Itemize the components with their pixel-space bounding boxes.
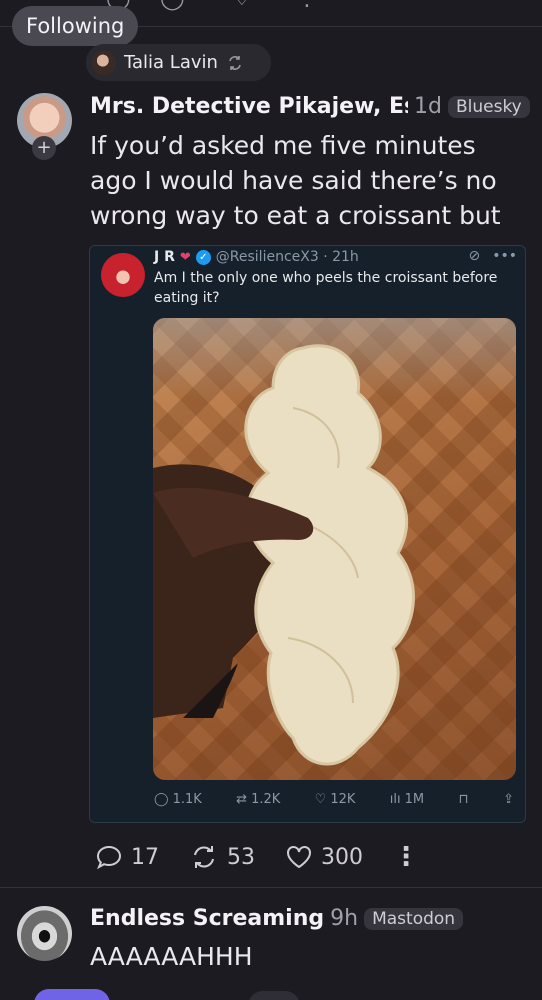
source-badge: Bluesky	[447, 95, 530, 118]
post-header: Mrs. Detective Pikajew, Es 1d Bluesky	[90, 94, 530, 119]
next-source-badge: Mastodon	[364, 907, 464, 930]
like-button[interactable]: 300	[285, 844, 363, 870]
more-icon[interactable]: ⋮	[296, 0, 318, 11]
share-icon[interactable]: ⇪	[503, 792, 514, 807]
embed-action-bar: ◯ 1.1K ⇄ 1.2K ♡ 12K ılı 1M ⊓ ⇪	[154, 792, 514, 807]
post-divider	[0, 887, 542, 888]
post-action-bar: 17 53 300 ⋮	[95, 842, 419, 872]
next-post-header: Endless Screaming 9h Mastodon	[90, 906, 464, 931]
croissant-illustration	[153, 344, 415, 766]
grok-icon: ⊘	[468, 248, 481, 264]
repost-attribution[interactable]: Talia Lavin	[86, 44, 271, 81]
reposter-name: Talia Lavin	[124, 52, 218, 73]
more-options-icon[interactable]: ⋮	[393, 842, 419, 872]
bottom-nav-item[interactable]	[248, 991, 300, 1000]
bookmark-icon[interactable]: ⊓	[459, 792, 469, 807]
author-name[interactable]: Mrs. Detective Pikajew, Es	[90, 94, 408, 119]
embed-like[interactable]: ♡ 12K	[315, 792, 356, 807]
retweet-icon: ⇄	[236, 792, 248, 807]
repost-count: 53	[227, 844, 255, 870]
embed-header: J R ❤ ✓ @ResilienceX3 · 21h	[154, 249, 359, 265]
repost-button[interactable]: 53	[189, 844, 255, 870]
next-post-text: AAAAAAHHH	[90, 942, 253, 971]
croissant-photo[interactable]	[153, 318, 516, 780]
embed-retweet[interactable]: ⇄ 1.2K	[236, 792, 280, 807]
heart-badge-icon: ❤	[179, 249, 191, 265]
repost-icon	[194, 846, 214, 868]
reply-icon	[96, 845, 122, 870]
embed-text: Am I the only one who peels the croissan…	[154, 270, 498, 306]
repost-icon[interactable]: ◯	[160, 0, 185, 11]
embed-handle: @ResilienceX3 · 21h	[215, 249, 359, 265]
follow-plus-icon[interactable]: +	[32, 136, 56, 160]
following-label: Following	[26, 14, 125, 38]
views-icon: ılı	[389, 792, 401, 807]
embed-views[interactable]: ılı 1M	[390, 792, 424, 807]
like-icon: ♡	[314, 792, 327, 807]
next-post-timestamp[interactable]: 9h	[330, 906, 358, 931]
embed-retweet-count: 1.2K	[251, 792, 281, 807]
post-timestamp[interactable]: 1d	[414, 94, 442, 119]
post-text: If you’d asked me five minutes ago I wou…	[90, 131, 501, 230]
like-icon[interactable]: ♡	[232, 0, 252, 11]
embed-avatar	[101, 253, 145, 297]
embed-author-name: J R	[154, 249, 175, 265]
following-filter-pill[interactable]: Following	[12, 6, 139, 46]
compose-button[interactable]	[34, 989, 110, 1000]
reply-button[interactable]: 17	[95, 844, 159, 870]
embed-like-count: 12K	[330, 792, 356, 807]
embed-view-count: 1M	[404, 792, 425, 807]
next-author-avatar[interactable]	[17, 906, 72, 961]
more-icon: •••	[492, 248, 517, 264]
reply-icon: ◯	[154, 792, 169, 807]
next-author-name[interactable]: Endless Screaming	[90, 906, 324, 931]
embed-reply[interactable]: ◯ 1.1K	[154, 792, 202, 807]
reposter-avatar	[92, 50, 116, 75]
embed-reply-count: 1.1K	[172, 792, 202, 807]
repost-icon	[229, 55, 241, 70]
embedded-tweet[interactable]: J R ❤ ✓ @ResilienceX3 · 21h ⊘ ••• Am I t…	[89, 245, 526, 823]
like-icon	[287, 846, 311, 869]
reply-count: 17	[131, 844, 159, 870]
verified-icon: ✓	[195, 249, 211, 265]
like-count: 300	[321, 844, 363, 870]
